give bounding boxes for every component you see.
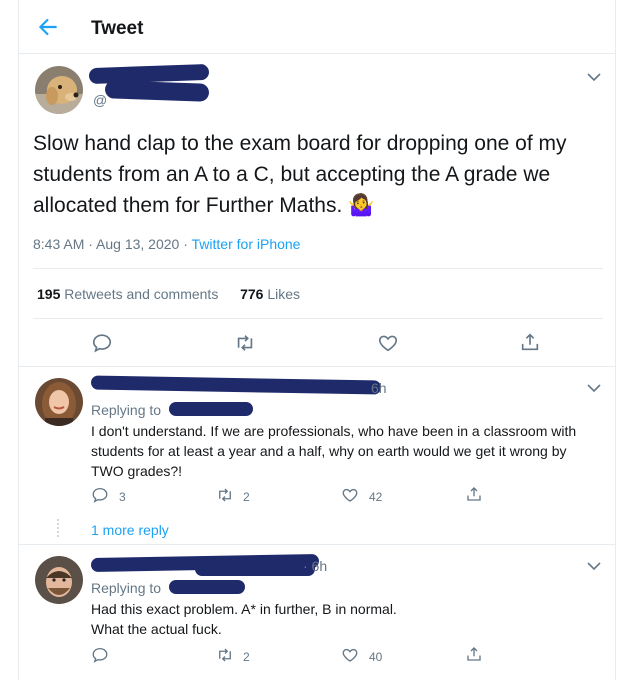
reply-age[interactable]: · 6h <box>303 558 327 574</box>
page-header: Tweet <box>19 0 616 54</box>
reply-icon[interactable] <box>91 332 113 354</box>
author-avatar[interactable] <box>35 66 83 114</box>
share-icon[interactable] <box>465 485 483 503</box>
like-icon[interactable] <box>341 646 359 664</box>
reply-icon[interactable] <box>91 646 109 664</box>
reply-text-line-1: Had this exact problem. A* in further, B… <box>91 601 397 617</box>
author-handle-redaction <box>104 80 210 102</box>
more-replies-link[interactable]: 1 more reply <box>91 522 169 538</box>
replying-to-label: Replying to <box>91 402 162 418</box>
reply-like-count: 42 <box>369 490 383 504</box>
tweet-text: Slow hand clap to the exam board for dro… <box>33 132 567 217</box>
tweet-time[interactable]: 8:43 AM · Aug 13, 2020 · <box>33 236 188 252</box>
reply-avatar[interactable] <box>35 378 83 426</box>
divider <box>33 318 603 319</box>
reply-author-redaction <box>90 375 382 395</box>
reply-text: I don't understand. If we are profession… <box>91 423 577 479</box>
retweet-icon[interactable] <box>233 332 257 354</box>
reply-comment-count: 3 <box>119 490 126 504</box>
replying-to-label: Replying to <box>91 580 162 596</box>
chevron-down-icon[interactable] <box>587 72 601 82</box>
retweet-icon[interactable] <box>215 486 235 504</box>
reply-avatar[interactable] <box>35 556 83 604</box>
like-icon[interactable] <box>341 486 359 504</box>
reply-icon[interactable] <box>91 486 109 504</box>
divider <box>19 366 616 367</box>
replying-to-handle-redaction <box>169 580 245 594</box>
thread-connector <box>57 519 59 537</box>
retweet-icon[interactable] <box>215 646 235 664</box>
page-title: Tweet <box>91 18 144 39</box>
retweets-stat[interactable]: 195 Retweets and comments <box>37 286 218 302</box>
back-arrow-icon[interactable] <box>35 14 61 40</box>
share-icon[interactable] <box>465 645 483 663</box>
tweet-source[interactable]: Twitter for iPhone <box>192 236 301 252</box>
tweet-timestamp-line: 8:43 AM · Aug 13, 2020 · Twitter for iPh… <box>33 236 300 252</box>
tweet-action-bar <box>19 328 616 358</box>
reply-age[interactable]: 6h <box>371 380 387 396</box>
reply-text-line-2: What the actual fuck. <box>91 621 222 637</box>
tweet-column: Tweet @ Slow hand clap to the exam board… <box>18 0 616 680</box>
chevron-down-icon[interactable] <box>587 561 601 571</box>
replying-to-handle-redaction <box>169 402 253 416</box>
share-icon[interactable] <box>519 331 541 353</box>
divider <box>33 268 603 269</box>
author-handle-prefix: @ <box>93 92 108 108</box>
reply-retweet-count: 2 <box>243 490 250 504</box>
divider <box>19 544 616 545</box>
reply-author-redaction <box>195 562 315 576</box>
reply-like-count: 40 <box>369 650 383 664</box>
chevron-down-icon[interactable] <box>587 383 601 393</box>
likes-stat[interactable]: 776 Likes <box>240 286 300 302</box>
tweet-stats: 195 Retweets and comments 776 Likes <box>37 286 300 302</box>
like-icon[interactable] <box>377 332 399 354</box>
reply-retweet-count: 2 <box>243 650 250 664</box>
